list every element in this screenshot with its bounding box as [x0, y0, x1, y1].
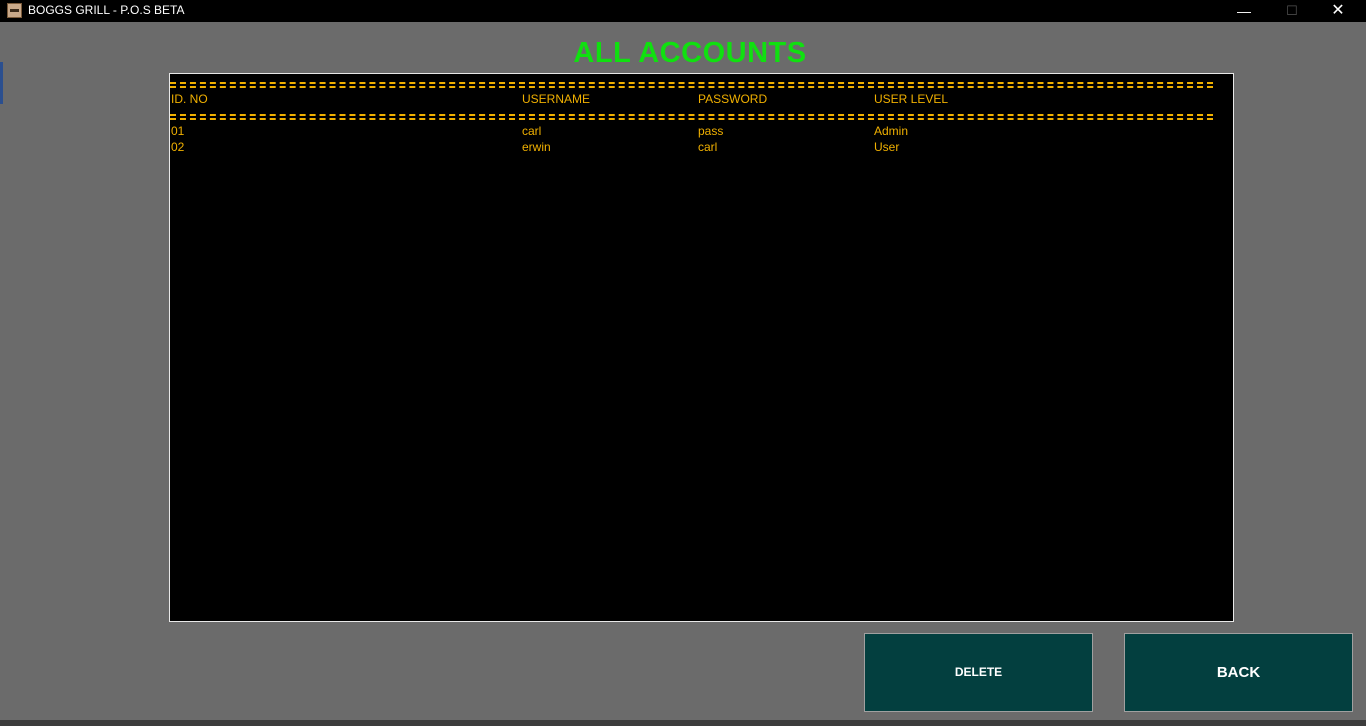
account-password: pass — [698, 124, 724, 138]
account-password: carl — [698, 140, 718, 154]
window-title: BOGGS GRILL - P.O.S BETA — [28, 3, 185, 17]
delete-button[interactable]: DELETE — [864, 633, 1093, 712]
account-username: erwin — [522, 140, 551, 154]
close-button[interactable]: ✕ — [1315, 0, 1361, 22]
account-user-level: User — [874, 140, 900, 154]
back-button[interactable]: BACK — [1124, 633, 1353, 712]
account-username: carl — [522, 124, 542, 138]
taskbar-edge — [0, 720, 1366, 726]
accounts-list[interactable]: ID. NO USERNAME PASSWORD USER LEVEL 01 c… — [169, 73, 1234, 622]
app-icon — [7, 3, 22, 18]
column-header-username: USERNAME — [522, 92, 591, 106]
account-user-level: Admin — [874, 124, 909, 138]
column-header-user-level: USER LEVEL — [874, 92, 949, 106]
title-bar: BOGGS GRILL - P.O.S BETA — ☐ ✕ — [0, 0, 1366, 22]
column-header-password: PASSWORD — [698, 92, 768, 106]
maximize-button[interactable]: ☐ — [1269, 0, 1315, 22]
window-edge — [0, 62, 3, 104]
column-header-id: ID. NO — [171, 92, 208, 106]
separator-line — [170, 82, 1213, 88]
separator-line — [170, 114, 1213, 120]
account-id: 01 — [171, 124, 185, 138]
minimize-button[interactable]: — — [1221, 0, 1267, 22]
page-title: ALL ACCOUNTS — [573, 37, 807, 69]
account-id: 02 — [171, 140, 185, 154]
